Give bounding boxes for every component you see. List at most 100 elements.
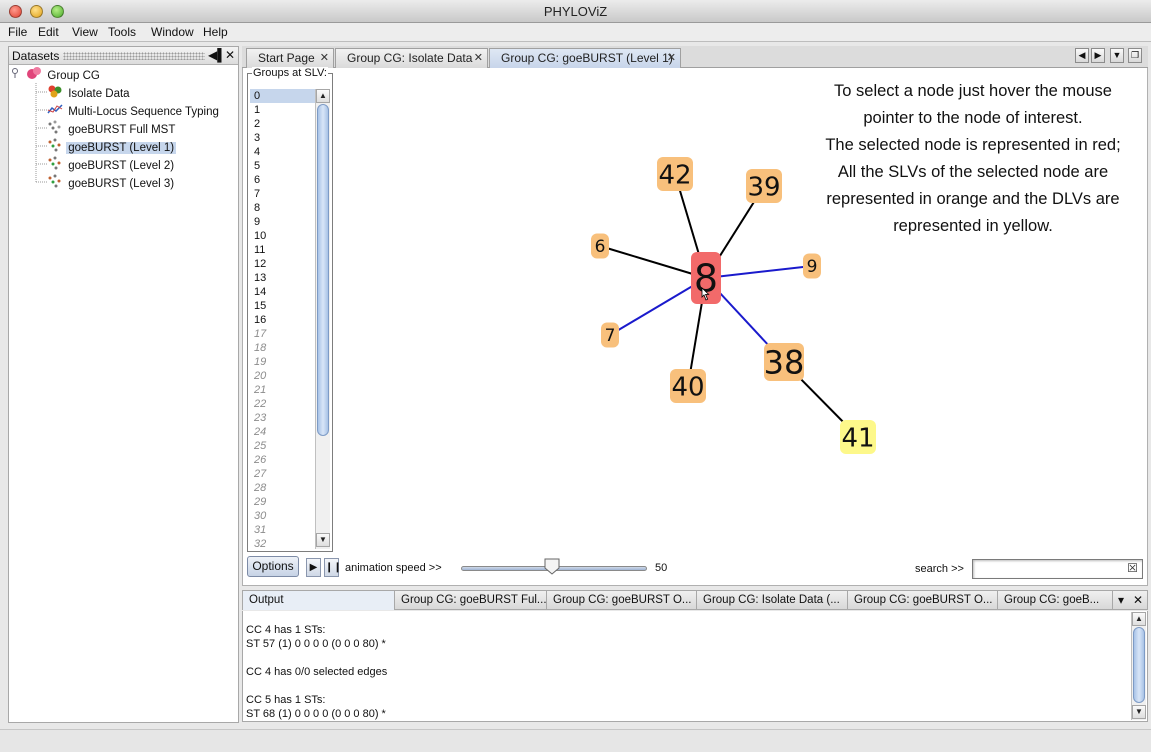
sequence-typing-icon [47, 102, 63, 122]
menu-file[interactable]: File [8, 25, 27, 39]
tree-label: Isolate Data [68, 88, 130, 101]
tab-goeburst-level-1[interactable]: Group CG: goeBURST (Level 1) ✕ [489, 48, 681, 68]
tab-start-page[interactable]: Start Page ✕ [246, 48, 334, 68]
node-label: 41 [841, 423, 874, 453]
output-line: CC 5 has 1 STs: [246, 694, 326, 706]
tree-item-mlst[interactable]: Multi-Locus Sequence Typing [47, 102, 221, 119]
goeburst-icon [47, 174, 63, 194]
tree-label: goeBURST (Level 1) [66, 142, 177, 155]
output-line: CC 4 has 0/0 selected edges [246, 666, 388, 678]
tree-item-goeburst-level-1[interactable]: goeBURST (Level 1) [47, 138, 177, 158]
scroll-tabs-left-icon[interactable]: ◀ [1075, 48, 1089, 63]
tree-item-goeburst-level-2[interactable]: goeBURST (Level 2) [47, 156, 176, 173]
datasets-panel: Datasets ◀▌ ✕ Group CG Isolate Data Mult… [8, 46, 239, 723]
tab-label: Group CG: goeBURST (Level 1) [501, 51, 673, 65]
graph-node-7[interactable]: 7 [601, 322, 619, 348]
close-tab-icon[interactable]: ✕ [320, 49, 329, 67]
goeburst-view: Groups at SLV: 0 1 2 3 4 5 6 7 8 9 10 11 12 13 14 15 16 1… [242, 67, 1148, 586]
panel-drag-grip[interactable] [63, 52, 205, 60]
isolate-data-icon [47, 84, 63, 104]
window-titlebar: PHYLOViZ [0, 0, 1151, 23]
output-line: ST 68 (1) 0 0 0 0 (0 0 0 80) * [246, 708, 386, 720]
menu-help[interactable]: Help [203, 25, 228, 39]
output-tab[interactable]: Group CG: goeBURST Ful... [395, 591, 547, 610]
animation-speed-value: 50 [655, 562, 668, 574]
instruction-line: The selected node is represented in red; [825, 136, 1121, 154]
output-tab[interactable]: Group CG: goeBURST O... [547, 591, 697, 610]
scroll-tabs-right-icon[interactable]: ▶ [1091, 48, 1105, 63]
menu-tools[interactable]: Tools [108, 25, 136, 39]
goeburst-icon [47, 120, 63, 140]
graph-node-6[interactable]: 6 [591, 233, 609, 259]
node-label: 9 [807, 257, 818, 277]
pause-icon: ❙❙ [325, 562, 342, 573]
menu-window[interactable]: Window [151, 25, 194, 39]
datasets-panel-header: Datasets ◀▌ ✕ [9, 47, 238, 65]
pause-button[interactable]: ❙❙ [324, 558, 342, 577]
graph-node-9[interactable]: 9 [803, 253, 821, 279]
output-console[interactable]: CC 4 has 1 STs: ST 57 (1) 0 0 0 0 (0 0 0… [242, 611, 1148, 722]
graph-node-42[interactable]: 42 [657, 157, 693, 191]
restore-window-icon[interactable]: ❐ [1128, 48, 1142, 63]
clear-search-icon[interactable]: ☒ [1126, 562, 1139, 575]
editor-tab-bar: Start Page ✕ Group CG: Isolate Data ✕ Gr… [242, 46, 1148, 68]
tree-label: Group CG [47, 70, 100, 83]
play-icon: ▶ [309, 562, 318, 573]
tab-label: Start Page [258, 51, 315, 65]
tab-isolate-data[interactable]: Group CG: Isolate Data ✕ [335, 48, 488, 68]
node-label: 39 [747, 172, 780, 202]
tree-label: Multi-Locus Sequence Typing [68, 106, 219, 119]
output-scrollbar[interactable]: ▲ ▼ [1131, 612, 1146, 720]
status-bar [0, 729, 1151, 752]
tree-item-goeburst-level-3[interactable]: goeBURST (Level 3) [47, 174, 176, 191]
output-line: CC 4 has 1 STs: [246, 624, 326, 636]
tree-item-goeburst-full-mst[interactable]: goeBURST Full MST [47, 120, 177, 137]
graph-node-41[interactable]: 41 [840, 420, 876, 454]
scroll-thumb[interactable] [1133, 627, 1145, 703]
goeburst-icon [47, 156, 63, 176]
graph-node-40[interactable]: 40 [670, 369, 706, 403]
output-tab[interactable]: Group CG: goeB... [998, 591, 1113, 610]
output-tab-list-icon[interactable]: ▾ [1118, 593, 1124, 607]
node-label: 6 [595, 237, 606, 257]
close-panel-icon[interactable]: ✕ [224, 48, 236, 63]
animation-speed-label: animation speed >> [345, 562, 442, 574]
instruction-line: represented in orange and the DLVs are [826, 190, 1120, 208]
slider-thumb[interactable] [544, 558, 560, 575]
scroll-up-icon[interactable]: ▲ [1132, 612, 1146, 626]
options-button[interactable]: Options [247, 556, 299, 577]
output-tab-output[interactable]: Output [243, 591, 395, 610]
close-tab-icon[interactable]: ✕ [667, 49, 676, 67]
output-tab[interactable]: Group CG: Isolate Data (... [697, 591, 848, 610]
close-output-icon[interactable]: ✕ [1133, 593, 1143, 607]
menu-bar: File Edit View Tools Window Help [0, 23, 1151, 42]
tab-label: Group CG: Isolate Data [347, 51, 473, 65]
instruction-text: To select a node just hover the mouse po… [803, 78, 1143, 240]
minimize-panel-icon[interactable]: ◀▌ [208, 48, 226, 63]
tree-item-isolate-data[interactable]: Isolate Data [47, 84, 132, 101]
search-input[interactable] [972, 559, 1143, 579]
group-icon [26, 66, 42, 86]
graph-edge-8-6 [599, 245, 707, 279]
menu-view[interactable]: View [72, 25, 98, 39]
output-line: ST 57 (1) 0 0 0 0 (0 0 0 80) * [246, 638, 386, 650]
goeburst-icon [47, 138, 63, 158]
instruction-line: All the SLVs of the selected node are [837, 163, 1109, 181]
play-button[interactable]: ▶ [306, 558, 321, 577]
tab-list-dropdown-icon[interactable]: ▼ [1110, 48, 1124, 63]
node-label: 7 [605, 326, 616, 346]
close-tab-icon[interactable]: ✕ [474, 49, 483, 67]
scroll-down-icon[interactable]: ▼ [1132, 705, 1146, 719]
tree-root-group-cg[interactable]: Group CG [11, 66, 102, 83]
node-label: 40 [671, 372, 704, 402]
tree-expand-icon[interactable] [11, 67, 23, 85]
node-label: 42 [658, 160, 691, 190]
output-tab[interactable]: Group CG: goeBURST O... [848, 591, 998, 610]
menu-edit[interactable]: Edit [38, 25, 59, 39]
tree-label: goeBURST (Level 3) [68, 178, 175, 191]
graph-node-38[interactable]: 38 [764, 343, 805, 382]
window-title: PHYLOViZ [543, 4, 608, 19]
node-label: 38 [764, 344, 805, 382]
instruction-line: pointer to the node of interest. [863, 109, 1083, 127]
graph-node-39[interactable]: 39 [746, 169, 782, 203]
